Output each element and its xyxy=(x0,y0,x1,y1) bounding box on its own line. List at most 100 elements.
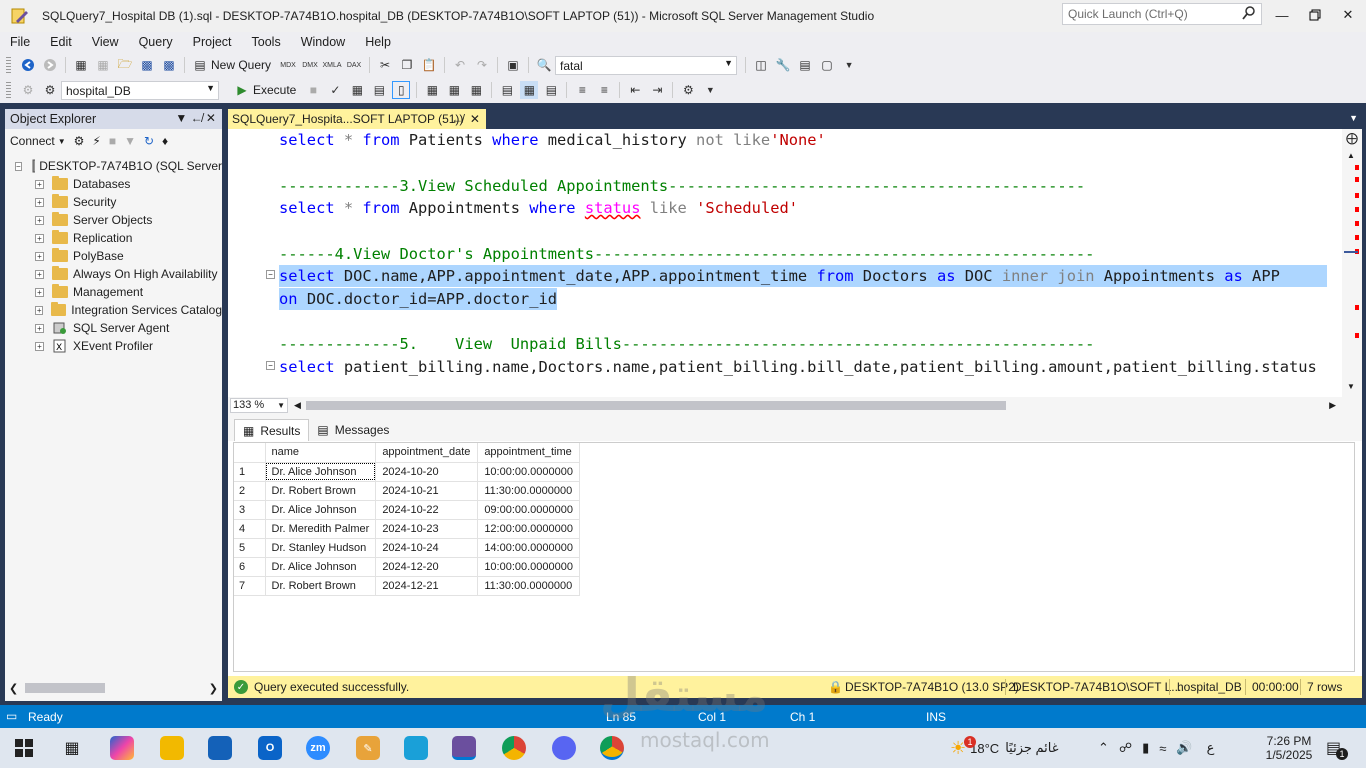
menu-project[interactable]: Project xyxy=(183,35,242,49)
specify-values-icon[interactable]: ⚙ xyxy=(679,81,697,99)
camera-app-icon[interactable] xyxy=(404,736,428,760)
minimize-button[interactable]: — xyxy=(1272,6,1292,24)
cell-time[interactable]: 14:00:00.0000000 xyxy=(477,538,581,558)
table-row[interactable]: 6 Dr. Alice Johnson 2024-12-20 10:00:00.000… xyxy=(234,557,581,577)
cell-time[interactable]: 11:30:00.0000000 xyxy=(477,481,581,501)
execute-icon[interactable]: ▶ xyxy=(233,81,251,99)
save-icon[interactable]: ▩ xyxy=(138,56,156,74)
xmla-query-icon[interactable]: XMLA xyxy=(323,56,342,74)
expand-icon[interactable]: + xyxy=(35,233,44,243)
cell-name[interactable]: Dr. Alice Johnson xyxy=(265,500,377,520)
wifi-icon[interactable]: ≈ xyxy=(1159,741,1166,756)
scroll-up-icon[interactable]: ▲ xyxy=(1347,151,1355,160)
table-row[interactable]: 5 Dr. Stanley Hudson 2024-10-24 14:00:00.00… xyxy=(234,538,581,558)
scroll-right-icon[interactable]: ▶ xyxy=(1329,400,1336,411)
toolbar-grip[interactable] xyxy=(6,82,11,98)
chevron-down-icon[interactable]: ▼ xyxy=(58,137,66,146)
activity-monitor-icon[interactable]: ♦ xyxy=(162,134,168,148)
tab-results[interactable]: ▦ Results xyxy=(234,419,310,441)
expand-icon[interactable]: + xyxy=(35,323,44,333)
row-number[interactable]: 2 xyxy=(234,481,266,501)
results-grid[interactable]: name appointment_date appointment_time 1… xyxy=(233,442,1355,672)
increase-indent-icon[interactable]: ⇥ xyxy=(648,81,666,99)
cell-time[interactable]: 11:30:00.0000000 xyxy=(477,576,581,596)
results-to-grid-icon[interactable]: ▦ xyxy=(520,81,539,99)
scroll-down-icon[interactable]: ▼ xyxy=(1347,382,1355,391)
chrome-icon[interactable] xyxy=(502,736,526,760)
collapse-icon[interactable]: − xyxy=(15,161,22,171)
tree-item-polybase[interactable]: + PolyBase xyxy=(5,247,222,265)
cell-name[interactable]: Dr. Alice Johnson xyxy=(265,462,377,482)
tree-item-sql-agent[interactable]: + SQL Server Agent xyxy=(5,319,222,337)
expand-icon[interactable]: + xyxy=(35,197,44,207)
task-view-icon[interactable]: ▦ xyxy=(60,736,84,760)
undo-icon[interactable]: ↶ xyxy=(451,56,469,74)
find-icon[interactable]: 🔍 xyxy=(535,56,553,74)
cell-name[interactable]: Dr. Robert Brown xyxy=(265,481,377,501)
cut-icon[interactable]: ✂ xyxy=(376,56,394,74)
cell-date[interactable]: 2024-12-20 xyxy=(375,557,479,577)
table-row[interactable]: 3 Dr. Alice Johnson 2024-10-22 09:00:00.000… xyxy=(234,500,581,520)
table-row[interactable]: 1 Dr. Alice Johnson 2024-10-20 10:00:00.000… xyxy=(234,462,581,482)
discord-icon[interactable] xyxy=(552,736,576,760)
expand-icon[interactable]: + xyxy=(35,215,44,225)
save-all-icon[interactable]: ▩ xyxy=(160,56,178,74)
editor-vertical-scrollbar[interactable]: ⨁ ▲ ▼ xyxy=(1342,129,1362,397)
tree-item-management[interactable]: + Management xyxy=(5,283,222,301)
pin-close-icons[interactable]: ▼ ↚ ✕ xyxy=(175,111,216,125)
refresh-icon[interactable]: ↻ xyxy=(144,134,154,148)
database-combo[interactable]: hospital_DB ▼ xyxy=(61,80,219,100)
row-number[interactable]: 6 xyxy=(234,557,266,577)
tree-item-always-on[interactable]: + Always On High Availability xyxy=(5,265,222,283)
quick-launch-input[interactable]: Quick Launch (Ctrl+Q) xyxy=(1062,3,1262,25)
expand-icon[interactable]: + xyxy=(35,269,44,279)
activity-monitor-icon[interactable]: ▣ xyxy=(504,56,522,74)
scrollbar-thumb[interactable] xyxy=(25,683,105,693)
tab-list-chevron-icon[interactable]: ▼ xyxy=(1349,113,1358,123)
windows-start-icon[interactable] xyxy=(12,736,36,760)
tree-item-xevent-profiler[interactable]: + X XEvent Profiler xyxy=(5,337,222,355)
tree-item-replication[interactable]: + Replication xyxy=(5,229,222,247)
split-icon[interactable]: ⨁ xyxy=(1346,131,1358,145)
results-to-file-icon[interactable]: ▤ xyxy=(542,81,560,99)
cell-time[interactable]: 10:00:00.0000000 xyxy=(477,557,581,577)
paste-icon[interactable]: 📋 xyxy=(420,56,438,74)
scroll-left-icon[interactable]: ❮ xyxy=(9,682,18,695)
cell-time[interactable]: 09:00:00.0000000 xyxy=(477,500,581,520)
toolbox-icon[interactable]: ▤ xyxy=(796,56,814,74)
row-number[interactable]: 7 xyxy=(234,576,266,596)
horizontal-scroll-thumb[interactable] xyxy=(306,401,1006,410)
chrome-profile-icon[interactable] xyxy=(600,736,624,760)
outlook-icon[interactable]: O xyxy=(258,736,282,760)
clock[interactable]: 7:26 PM 1/5/2025 xyxy=(1260,728,1318,768)
toolbar-grip[interactable] xyxy=(6,57,11,73)
add-item-icon[interactable]: ▦ xyxy=(94,56,112,74)
zoom-combo[interactable]: 133 % ▼ xyxy=(230,398,288,413)
mdx-query-icon[interactable]: MDX xyxy=(279,56,297,74)
notification-center[interactable]: ▤ 1 xyxy=(1326,728,1348,768)
menu-tools[interactable]: Tools xyxy=(242,35,291,49)
column-header[interactable]: appointment_time xyxy=(477,443,581,463)
filter-icon[interactable]: ▼ xyxy=(124,134,136,148)
pen-tool-icon[interactable]: ✎ xyxy=(356,736,380,760)
disconnect-icon[interactable]: ⚡ xyxy=(92,134,100,148)
intellisense-icon[interactable]: ▯ xyxy=(392,81,411,99)
live-stats-icon[interactable]: ▦ xyxy=(445,81,463,99)
expand-icon[interactable]: + xyxy=(35,179,44,189)
row-number-header[interactable] xyxy=(234,443,266,463)
scroll-left-icon[interactable]: ◀ xyxy=(294,400,301,411)
tree-item-integration-services[interactable]: + Integration Services Catalog xyxy=(5,301,222,319)
weather-widget[interactable]: ☀ 1 18°C غائم جزئيًا xyxy=(950,728,1059,768)
menu-view[interactable]: View xyxy=(82,35,129,49)
expand-icon[interactable]: + xyxy=(35,251,44,261)
tree-server-node[interactable]: − DESKTOP-7A74B1O (SQL Server xyxy=(5,157,222,175)
cell-name[interactable]: Dr. Meredith Palmer xyxy=(265,519,377,539)
find-combo[interactable]: fatal ▼ xyxy=(555,55,738,75)
toolbar-options-icon[interactable]: ▼ xyxy=(701,81,719,99)
code-area[interactable]: select * from Patients where medical_his… xyxy=(279,129,1342,397)
menu-query[interactable]: Query xyxy=(129,35,183,49)
horizontal-scrollbar[interactable]: ❮ ❯ xyxy=(5,681,222,695)
results-to-text-icon[interactable]: ▤ xyxy=(498,81,516,99)
open-file-icon[interactable]: 🗁 xyxy=(116,56,134,74)
tab-messages[interactable]: ▤ Messages xyxy=(309,419,397,441)
